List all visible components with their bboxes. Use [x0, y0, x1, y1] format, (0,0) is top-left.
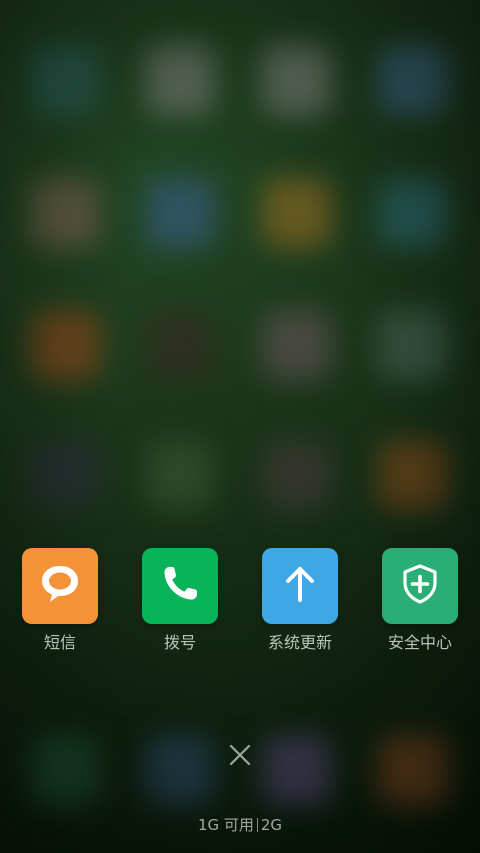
recent-app-dialer[interactable]: 拨号 — [120, 548, 240, 653]
shield-plus-icon — [397, 561, 443, 611]
message-bubble-icon — [37, 561, 83, 611]
recent-app-system-update[interactable]: 系统更新 — [240, 548, 360, 653]
phone-icon — [158, 562, 202, 610]
memory-available: 1G 可用 — [197, 816, 254, 834]
arrow-up-icon — [278, 562, 322, 610]
memory-divider — [256, 818, 258, 832]
recent-app-messages[interactable]: 短信 — [0, 548, 120, 653]
recent-app-label: 系统更新 — [267, 633, 332, 652]
close-all-button[interactable] — [224, 741, 256, 773]
blurred-home-background — [0, 0, 480, 853]
recents-screen: 短信 拨号 系统更新 安全中心 1G 可用 2G — [0, 0, 480, 853]
recent-app-security-center[interactable]: 安全中心 — [360, 548, 480, 653]
recent-app-label: 拨号 — [163, 633, 196, 652]
recent-app-tile[interactable] — [22, 548, 98, 624]
recent-app-label: 短信 — [43, 633, 76, 652]
memory-status: 1G 可用 2G — [0, 815, 480, 835]
memory-total: 2G — [260, 816, 283, 834]
recent-app-tile[interactable] — [142, 548, 218, 624]
recent-apps-row: 短信 拨号 系统更新 安全中心 — [0, 548, 480, 658]
close-icon — [229, 744, 251, 770]
recent-app-label: 安全中心 — [387, 633, 452, 652]
recent-app-tile[interactable] — [382, 548, 458, 624]
recent-app-tile[interactable] — [262, 548, 338, 624]
